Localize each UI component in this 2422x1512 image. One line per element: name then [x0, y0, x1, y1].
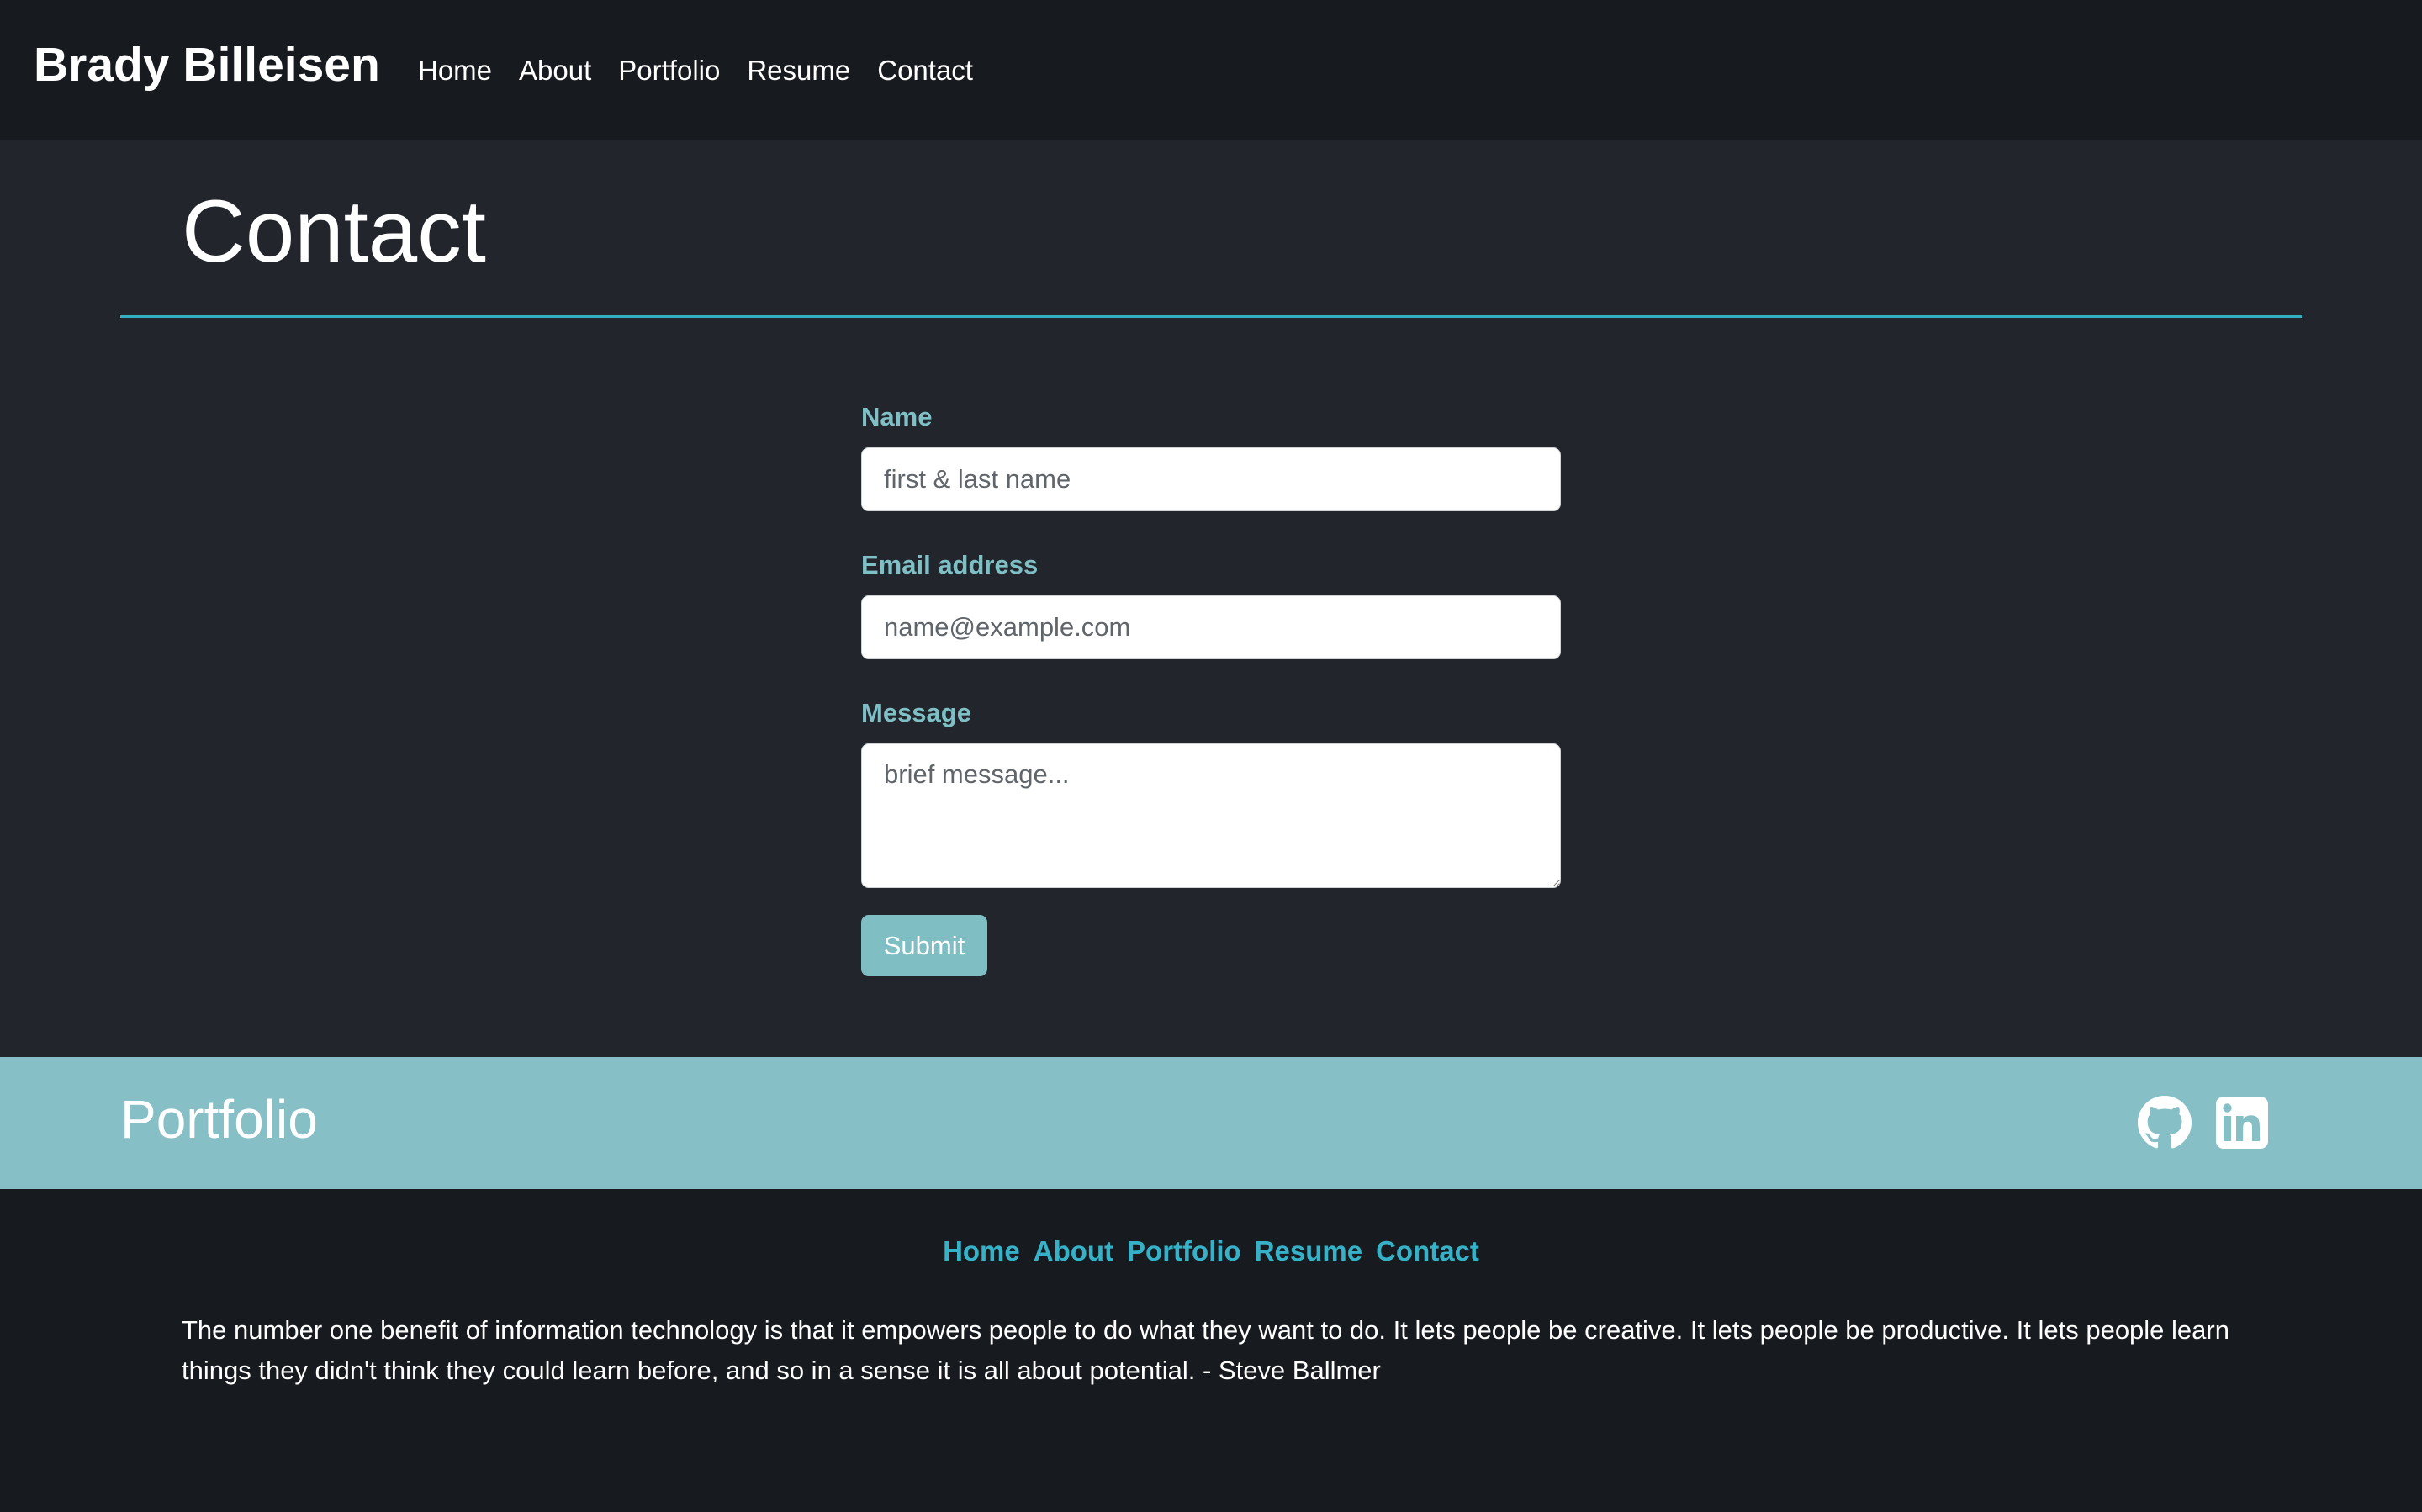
top-nav-links: Home About Portfolio Resume Contact	[418, 50, 986, 91]
portfolio-band: Portfolio	[0, 1057, 2422, 1189]
footer-link-portfolio[interactable]: Portfolio	[1127, 1231, 1241, 1271]
top-navbar: Brady Billeisen Home About Portfolio Res…	[0, 0, 2422, 140]
nav-link-about[interactable]: About	[505, 50, 605, 91]
footer-quote: The number one benefit of information te…	[182, 1315, 2229, 1385]
name-label: Name	[861, 402, 933, 431]
message-label: Message	[861, 698, 971, 727]
message-field[interactable]	[861, 743, 1561, 888]
footer-link-about[interactable]: About	[1034, 1231, 1113, 1271]
linkedin-icon-svg	[2216, 1097, 2268, 1149]
github-icon-svg	[2138, 1096, 2192, 1149]
page-footer: Home About Portfolio Resume Contact The …	[0, 1189, 2422, 1512]
contact-form: Name Email address Message Submit	[861, 399, 1561, 976]
brand-name-link[interactable]: Brady Billeisen	[34, 37, 380, 93]
email-field[interactable]	[861, 595, 1561, 659]
footer-nav-links: Home About Portfolio Resume Contact	[0, 1231, 2422, 1271]
nav-link-resume[interactable]: Resume	[733, 50, 864, 91]
github-icon[interactable]	[2138, 1096, 2192, 1150]
nav-link-portfolio[interactable]: Portfolio	[605, 50, 733, 91]
nav-link-contact[interactable]: Contact	[864, 50, 986, 91]
footer-link-resume[interactable]: Resume	[1255, 1231, 1362, 1271]
contact-section: Contact Name Email address Message Submi…	[0, 140, 2422, 1057]
title-divider	[120, 315, 2302, 318]
name-field[interactable]	[861, 447, 1561, 511]
footer-link-home[interactable]: Home	[943, 1231, 1020, 1271]
page-title: Contact	[182, 182, 486, 281]
nav-link-home[interactable]: Home	[418, 50, 505, 91]
portfolio-band-title[interactable]: Portfolio	[120, 1086, 318, 1153]
linkedin-icon[interactable]	[2215, 1096, 2269, 1150]
submit-button[interactable]: Submit	[861, 915, 987, 976]
footer-link-contact[interactable]: Contact	[1376, 1231, 1479, 1271]
email-label: Email address	[861, 550, 1039, 579]
